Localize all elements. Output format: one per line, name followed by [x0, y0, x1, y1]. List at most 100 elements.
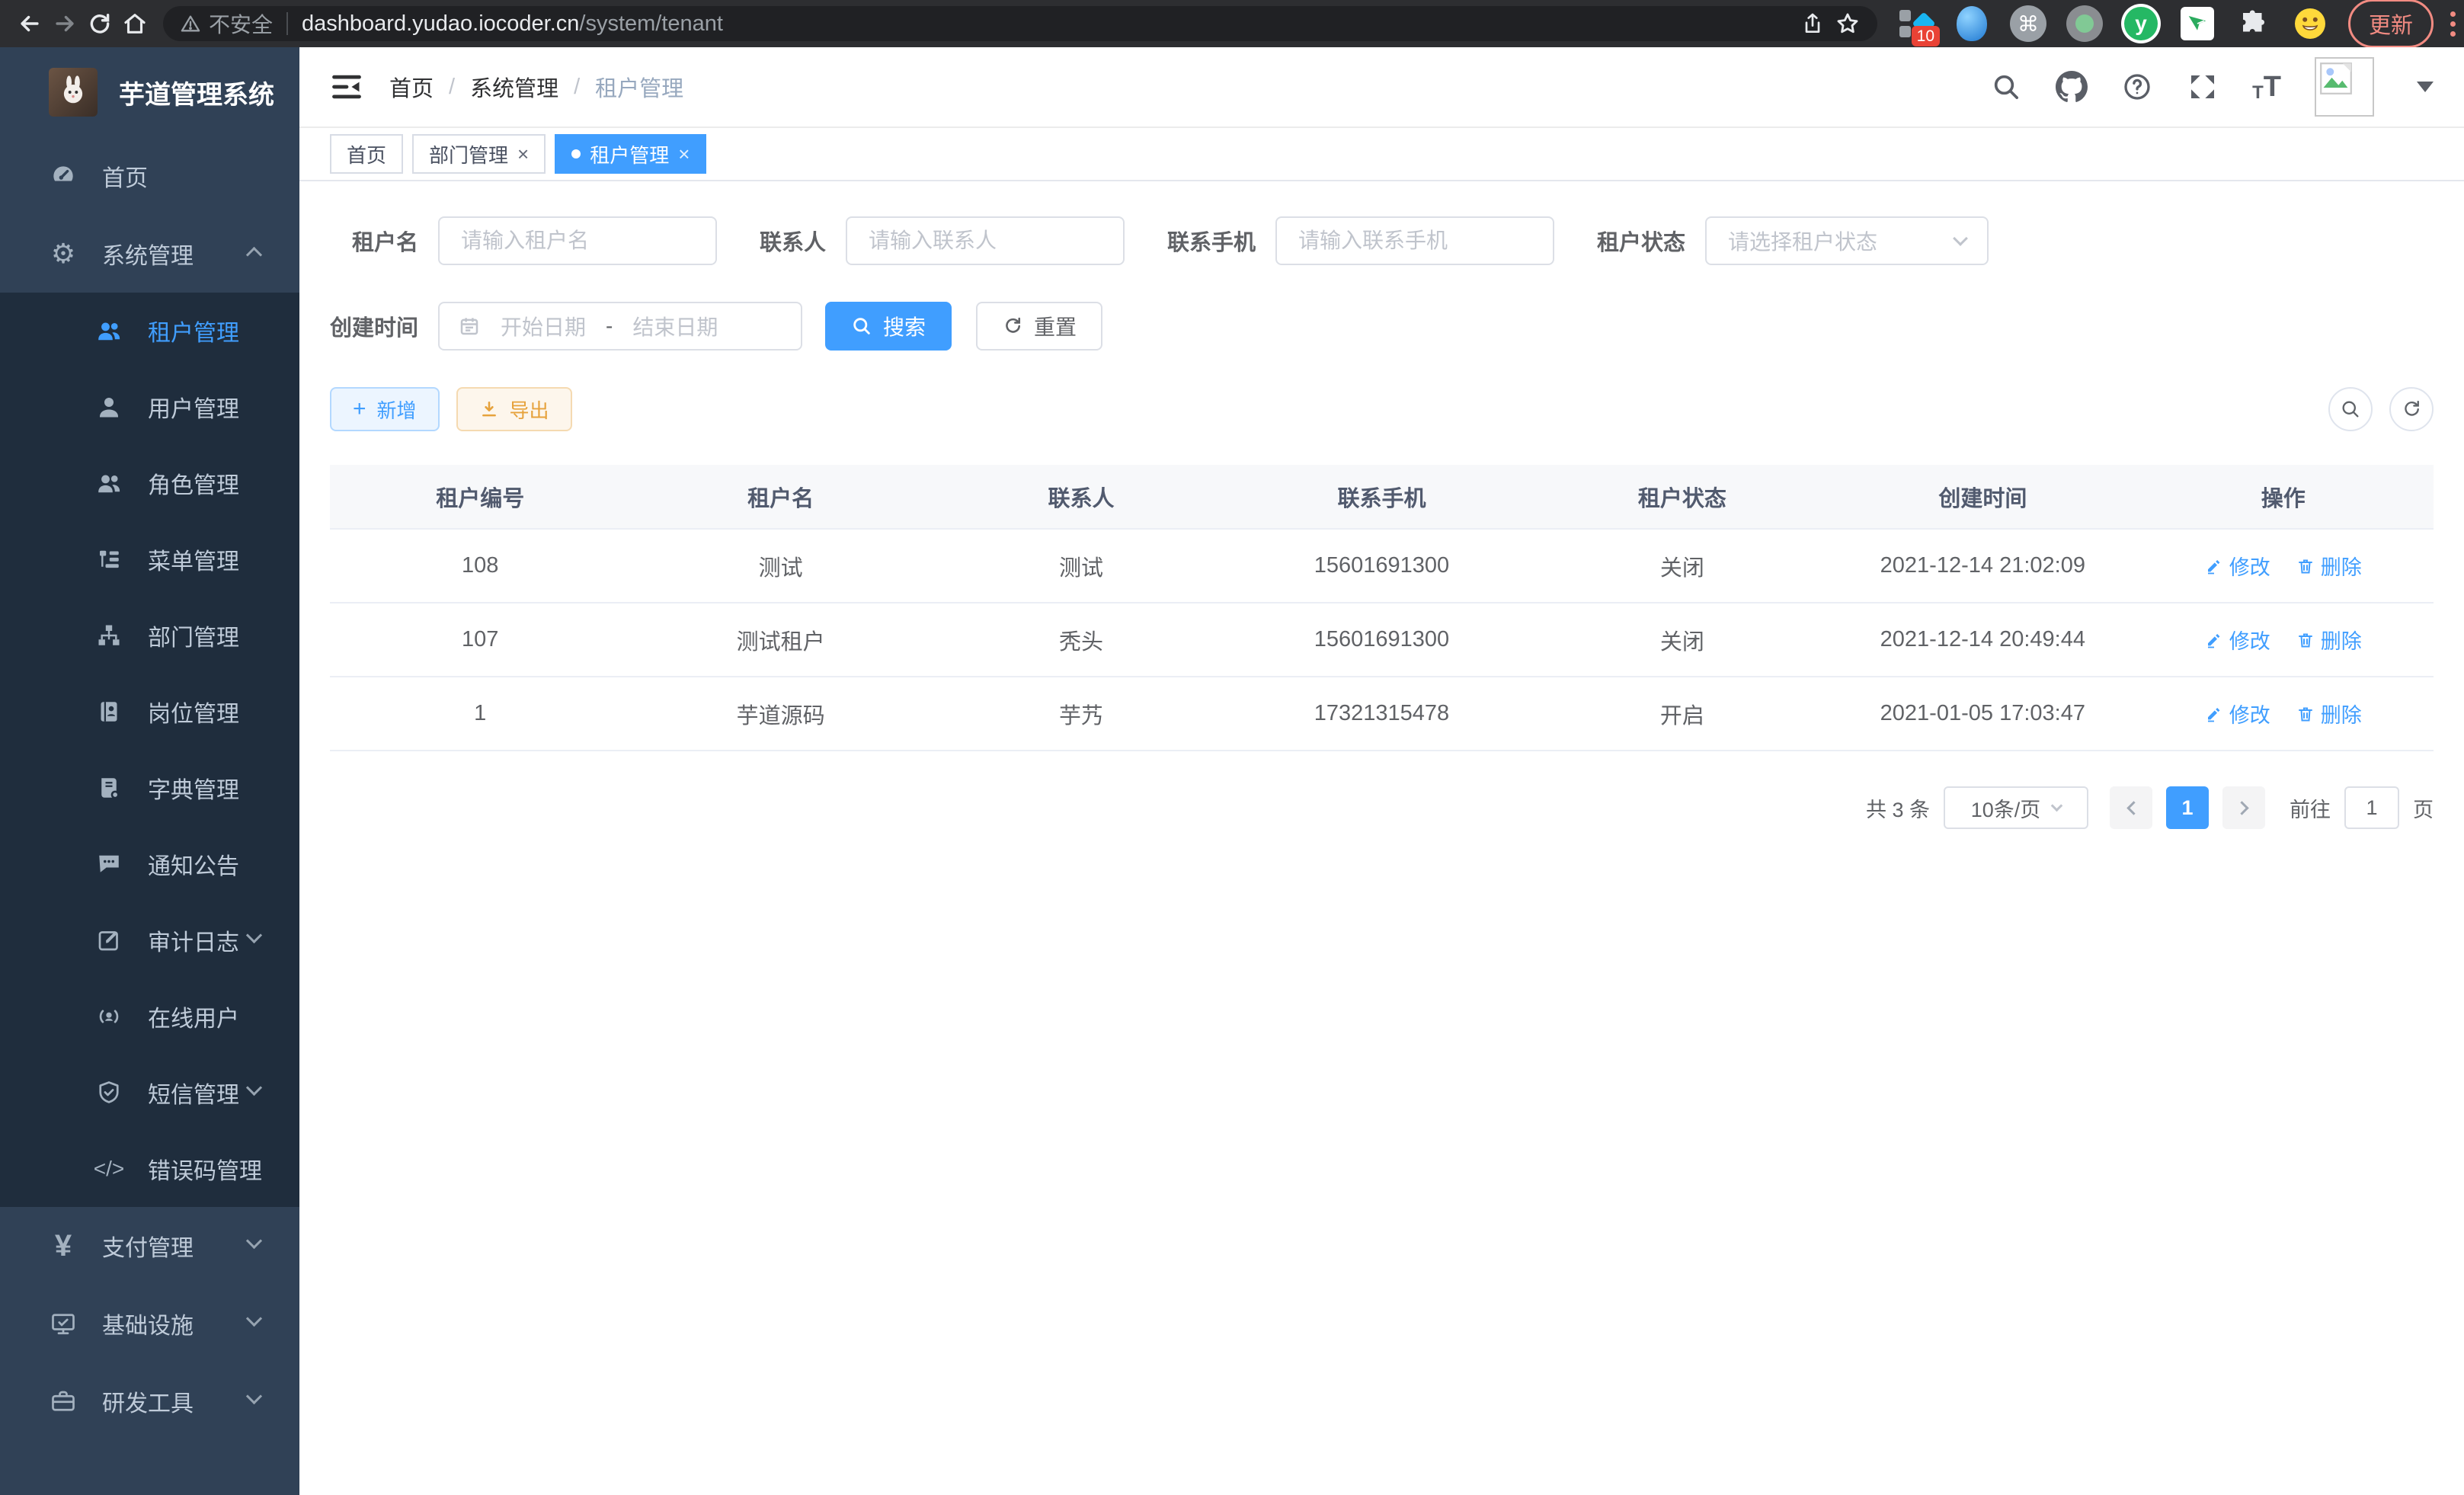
share-icon[interactable]	[1795, 6, 1830, 41]
sidebar-item-tenant[interactable]: 租户管理	[0, 293, 299, 369]
sidebar-item-infra[interactable]: 基础设施	[0, 1285, 299, 1362]
audit-log-icon	[94, 926, 123, 955]
tab-tenant[interactable]: 租户管理 ×	[555, 134, 706, 174]
sidebar-item-system[interactable]: ⚙ 系统管理	[0, 215, 299, 293]
delete-link[interactable]: 删除	[2296, 551, 2362, 581]
add-button[interactable]: + 新增	[330, 387, 440, 431]
sidebar-item-home[interactable]: 首页	[0, 137, 299, 215]
sidebar-item-errcode[interactable]: </> 错误码管理	[0, 1131, 299, 1207]
forward-icon[interactable]	[47, 6, 82, 41]
prev-page-button[interactable]	[2110, 786, 2152, 829]
current-page[interactable]: 1	[2166, 786, 2209, 829]
briefcase-icon	[49, 1387, 78, 1416]
col-contact: 联系人	[931, 465, 1231, 529]
extension-balloon-icon[interactable]	[1952, 4, 1992, 43]
avatar-caret-icon[interactable]	[2417, 82, 2434, 92]
sidebar-collapse-icon[interactable]	[330, 70, 363, 104]
sidebar-item-pay[interactable]: ¥ 支付管理	[0, 1207, 299, 1285]
extension-colorpicker-icon[interactable]: 10	[1896, 4, 1935, 43]
table-row: 108 测试 测试 15601691300 关闭 2021-12-14 21:0…	[330, 529, 2434, 603]
search-button[interactable]: 搜索	[825, 302, 952, 351]
tenant-name-label: 租户名	[330, 225, 418, 257]
mobile-input[interactable]	[1275, 216, 1554, 265]
sidebar-item-audit[interactable]: 审计日志	[0, 902, 299, 978]
sidebar-item-dept[interactable]: 部门管理	[0, 597, 299, 674]
edit-link[interactable]: 修改	[2205, 699, 2270, 728]
extension-emoji-icon[interactable]	[2290, 4, 2330, 43]
app-logo-row[interactable]: 芋道管理系统	[0, 47, 299, 137]
sidebar-item-role[interactable]: 角色管理	[0, 445, 299, 521]
browser-toolbar: 不安全 dashboard.yudao.iocoder.cn/system/te…	[0, 0, 2464, 47]
cell-created: 2021-12-14 20:49:44	[1832, 603, 2133, 677]
back-icon[interactable]	[12, 6, 47, 41]
sidebar-item-menu[interactable]: 菜单管理	[0, 521, 299, 597]
extension-yuque-icon[interactable]: y	[2121, 4, 2161, 43]
reload-icon[interactable]	[82, 6, 117, 41]
delete-link[interactable]: 删除	[2296, 625, 2362, 655]
sidebar-item-label: 字典管理	[148, 771, 239, 805]
id-badge-icon	[94, 697, 123, 726]
sidebar-item-label: 岗位管理	[148, 695, 239, 728]
font-size-icon[interactable]: TT	[2252, 71, 2281, 104]
tab-home[interactable]: 首页	[330, 134, 403, 174]
extension-chat-icon[interactable]	[2178, 4, 2217, 43]
next-page-button[interactable]	[2222, 786, 2265, 829]
sidebar-item-online[interactable]: 在线用户	[0, 978, 299, 1055]
help-icon[interactable]	[2121, 71, 2153, 103]
page-size-select[interactable]: 10条/页	[1944, 786, 2088, 829]
sidebar-item-label: 首页	[102, 159, 148, 193]
sidebar-item-label: 通知公告	[148, 847, 239, 881]
goto-page-input[interactable]	[2344, 786, 2399, 829]
extension-puzzle-icon[interactable]	[2234, 4, 2274, 43]
sidebar-item-devtool[interactable]: 研发工具	[0, 1362, 299, 1440]
edit-link[interactable]: 修改	[2205, 551, 2270, 581]
date-range-picker[interactable]: 开始日期 - 结束日期	[438, 302, 802, 351]
mobile-label: 联系手机	[1167, 225, 1256, 257]
calendar-icon	[458, 315, 481, 338]
fullscreen-icon[interactable]	[2187, 71, 2219, 103]
bookmark-star-icon[interactable]	[1830, 6, 1865, 41]
table-row: 107 测试租户 秃头 15601691300 关闭 2021-12-14 20…	[330, 603, 2434, 677]
tenants-icon	[94, 316, 123, 345]
sidebar-item-label: 审计日志	[148, 924, 239, 957]
extension-command-icon[interactable]: ⌘	[2008, 4, 2048, 43]
header-search-icon[interactable]	[1990, 71, 2022, 103]
browser-update-button[interactable]: 更新	[2348, 0, 2434, 48]
cell-id: 107	[330, 603, 630, 677]
sidebar-item-notice[interactable]: 通知公告	[0, 826, 299, 902]
site-security-chip[interactable]: 不安全	[180, 8, 273, 39]
tab-dept[interactable]: 部门管理 ×	[412, 134, 546, 174]
address-bar[interactable]: 不安全 dashboard.yudao.iocoder.cn/system/te…	[163, 6, 1877, 41]
delete-link[interactable]: 删除	[2296, 699, 2362, 728]
contact-input[interactable]	[846, 216, 1125, 265]
extension-recorder-icon[interactable]	[2065, 4, 2104, 43]
tenant-name-input[interactable]	[438, 216, 717, 265]
col-created: 创建时间	[1832, 465, 2133, 529]
cell-mobile: 17321315478	[1231, 677, 1531, 751]
search-icon	[851, 315, 872, 337]
reset-button[interactable]: 重置	[976, 302, 1102, 351]
status-select[interactable]: 请选择租户状态	[1705, 216, 1989, 265]
app-title: 芋道管理系统	[119, 74, 274, 111]
avatar[interactable]	[2315, 57, 2374, 117]
sidebar-item-post[interactable]: 岗位管理	[0, 674, 299, 750]
breadcrumb-system[interactable]: 系统管理	[470, 71, 558, 103]
cell-name: 测试	[630, 529, 930, 603]
cell-contact: 芋艿	[931, 677, 1231, 751]
cell-mobile: 15601691300	[1231, 603, 1531, 677]
sidebar-item-sms[interactable]: 短信管理	[0, 1055, 299, 1131]
toggle-search-button[interactable]	[2328, 387, 2373, 431]
home-icon[interactable]	[117, 6, 152, 41]
close-icon[interactable]: ×	[517, 144, 529, 164]
close-icon[interactable]: ×	[678, 144, 690, 164]
browser-menu-icon[interactable]	[2440, 11, 2464, 37]
sidebar-item-dict[interactable]: 字典管理	[0, 750, 299, 826]
export-button[interactable]: 导出	[456, 387, 572, 431]
col-status: 租户状态	[1532, 465, 1832, 529]
edit-link[interactable]: 修改	[2205, 625, 2270, 655]
sidebar-item-user[interactable]: 用户管理	[0, 369, 299, 445]
refresh-table-button[interactable]	[2389, 387, 2434, 431]
github-icon[interactable]	[2056, 71, 2088, 103]
breadcrumb-home[interactable]: 首页	[389, 71, 434, 103]
sidebar-item-label: 基础设施	[102, 1307, 194, 1340]
